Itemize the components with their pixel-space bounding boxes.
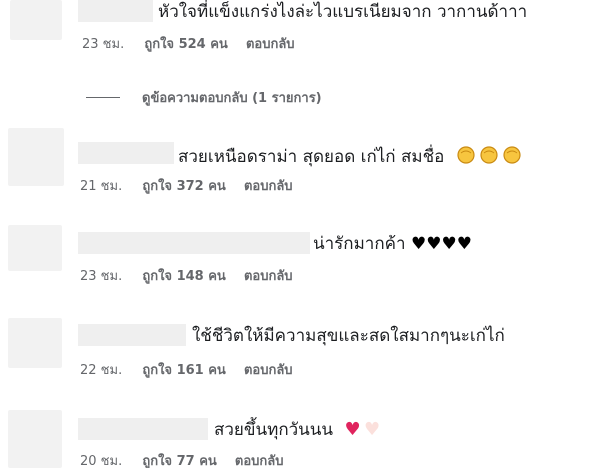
comment-text-content: สวยเหนือดราม่า สุดยอด เก่ไก่ สมชื่อ [178, 147, 445, 167]
avatar[interactable] [8, 318, 62, 368]
comment-text-content: น่ารักมากค้า [313, 234, 406, 254]
comment-meta: 21 ชม. ถูกใจ 372 คน ตอบกลับ [80, 178, 293, 196]
clapping-hands-icon [456, 143, 524, 171]
comment-text: สวยเหนือดราม่า สุดยอด เก่ไก่ สมชื่อ [178, 143, 524, 171]
divider-line [86, 96, 120, 98]
reply-button[interactable]: ตอบกลับ [246, 36, 295, 54]
comment-text: หัวใจที่แข็งแกร่งไงล่ะไวแบรเนียมจาก วากา… [158, 2, 528, 22]
comment-time[interactable]: 20 ชม. [80, 453, 122, 468]
avatar[interactable] [8, 225, 62, 271]
comment-thread: หัวใจที่แข็งแกร่งไงล่ะไวแบรเนียมจาก วากา… [0, 0, 600, 468]
comment-time[interactable]: 23 ชม. [80, 268, 122, 286]
comment-text: ใช้ชีวิตให้มีความสุขและสดใสมากๆนะเก่ไก่ [192, 326, 505, 346]
avatar[interactable] [8, 410, 62, 468]
white-heart-icon: ♥ [364, 419, 381, 440]
comment-time[interactable]: 23 ชม. [82, 36, 124, 54]
reply-button[interactable]: ตอบกลับ [244, 178, 293, 196]
commenter-name-redacted[interactable] [78, 0, 153, 22]
commenter-name-redacted[interactable] [78, 232, 310, 254]
comment-meta: 23 ชม. ถูกใจ 148 คน ตอบกลับ [80, 268, 293, 286]
like-button[interactable]: ถูกใจ 161 คน [142, 362, 225, 380]
avatar[interactable] [8, 128, 64, 186]
comment-meta: 23 ชม. ถูกใจ 524 คน ตอบกลับ [82, 36, 295, 54]
view-replies-link[interactable]: ดูข้อความตอบกลับ (1 รายการ) [86, 88, 322, 106]
commenter-name-redacted[interactable] [78, 324, 186, 346]
commenter-name-redacted[interactable] [78, 142, 174, 164]
comment-text: น่ารักมากค้า ♥♥♥♥ [313, 233, 472, 255]
like-button[interactable]: ถูกใจ 524 คน [144, 36, 227, 54]
view-replies-label: ดูข้อความตอบกลับ (1 รายการ) [142, 90, 322, 106]
comment-text-content: สวยขึ้นทุกวันนน [214, 420, 334, 440]
comment-meta: 20 ชม. ถูกใจ 77 คน ตอบกลับ [80, 453, 284, 468]
reply-button[interactable]: ตอบกลับ [244, 268, 293, 286]
reply-button[interactable]: ตอบกลับ [235, 453, 284, 468]
commenter-name-redacted[interactable] [78, 418, 208, 440]
comment-meta: 22 ชม. ถูกใจ 161 คน ตอบกลับ [80, 362, 293, 380]
like-button[interactable]: ถูกใจ 372 คน [142, 178, 225, 196]
avatar[interactable] [10, 0, 62, 40]
comment-time[interactable]: 22 ชม. [80, 362, 122, 380]
like-button[interactable]: ถูกใจ 77 คน [142, 453, 216, 468]
black-heart-icon: ♥♥♥♥ [410, 234, 472, 254]
comment-text: สวยขึ้นทุกวันนน ♥ ♥ [214, 419, 380, 441]
comment-time[interactable]: 21 ชม. [80, 178, 122, 196]
red-heart-icon: ♥ [344, 419, 361, 440]
like-button[interactable]: ถูกใจ 148 คน [142, 268, 225, 286]
reply-button[interactable]: ตอบกลับ [244, 362, 293, 380]
